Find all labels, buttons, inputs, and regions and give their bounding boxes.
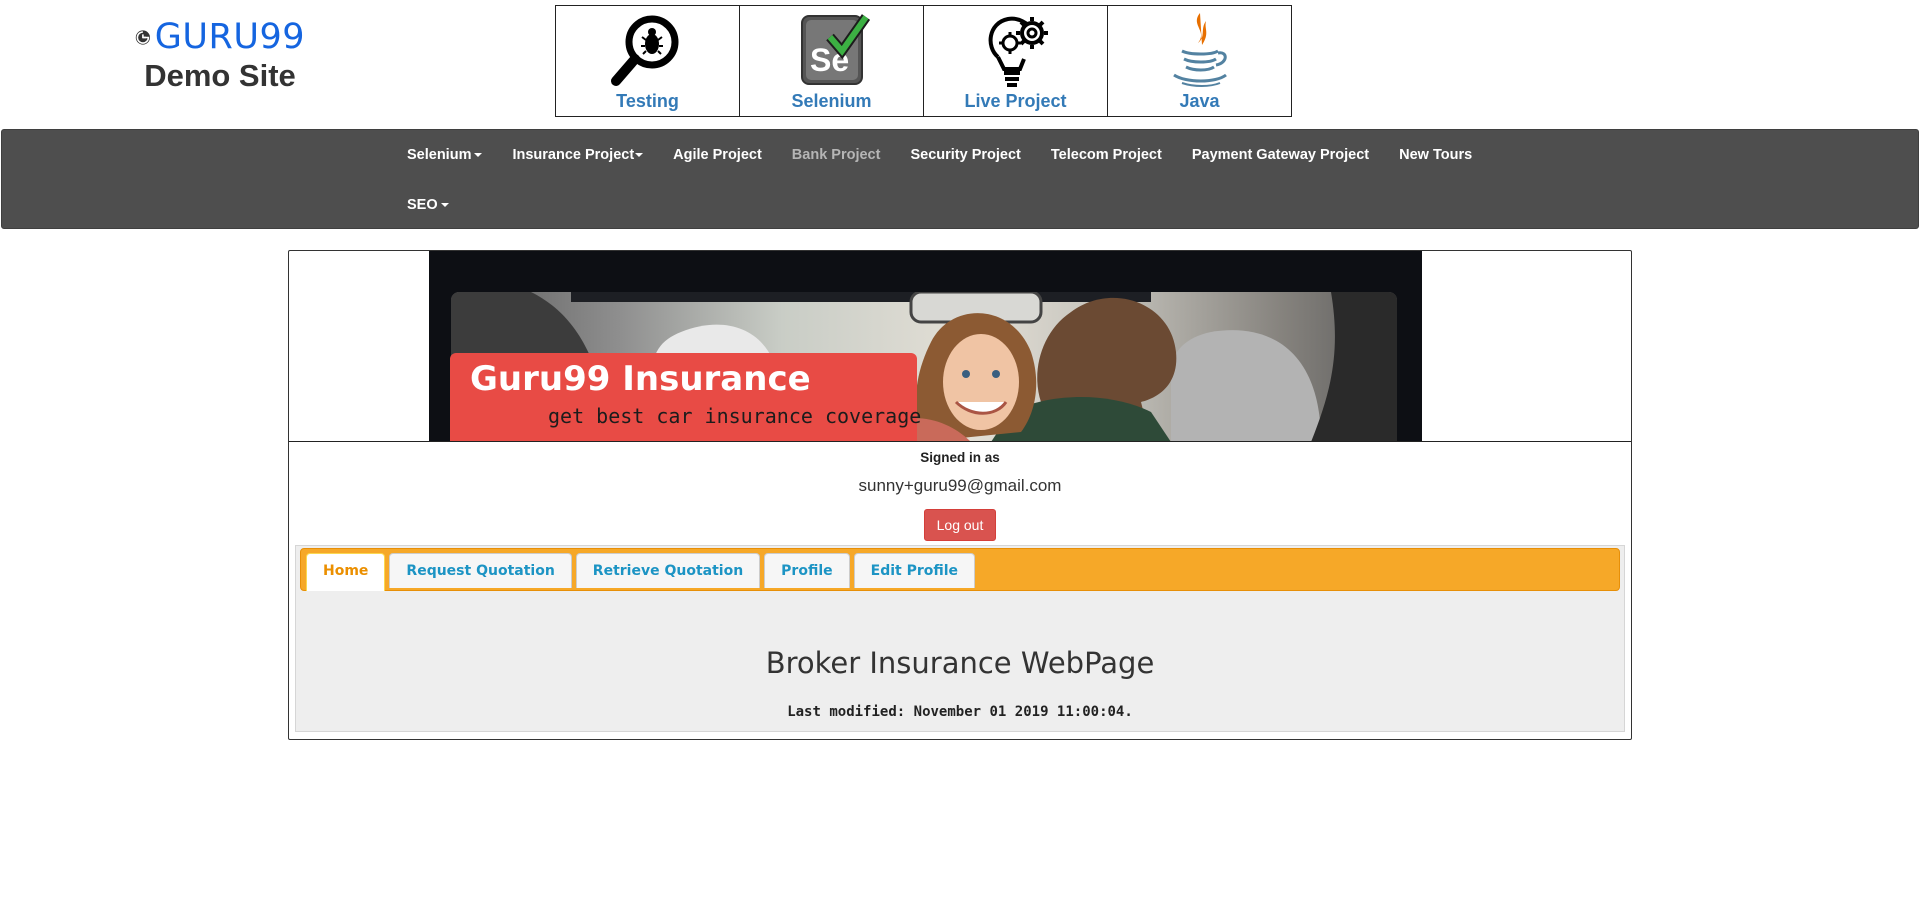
lightbulb-gears-icon (988, 16, 1048, 87)
banner-divider (289, 441, 1631, 442)
java-cup-icon (1172, 13, 1227, 87)
main-navbar: Selenium Insurance Project Agile Project… (1, 129, 1919, 229)
caret-down-icon (474, 153, 483, 158)
tab-profile[interactable]: Profile (764, 553, 850, 588)
banner-subtitle: get best car insurance coverage (548, 404, 922, 428)
selenium-se-icon: Se (800, 14, 870, 85)
course-links: Testing Se Selenium Live Project Java (555, 5, 1292, 117)
nav-telecom-project[interactable]: Telecom Project (1036, 145, 1177, 165)
java-link[interactable]: Java (1108, 6, 1291, 116)
nav-seo[interactable]: SEO (407, 195, 464, 215)
tab-home[interactable]: Home (306, 553, 386, 591)
banner-title: Guru99 Insurance (470, 359, 811, 399)
tab-retrieve-quotation[interactable]: Retrieve Quotation (575, 553, 761, 588)
last-modified-text: Last modified: November 01 2019 11:00:04… (787, 704, 1133, 720)
java-label: Java (1179, 91, 1220, 111)
insurance-panel: Guru99 Insurance get best car insurance … (288, 250, 1632, 740)
logout-button[interactable]: Log out (924, 509, 996, 541)
nav-agile-project[interactable]: Agile Project (658, 145, 777, 165)
selenium-label: Selenium (791, 91, 872, 111)
nav-insurance-project[interactable]: Insurance Project (497, 145, 658, 165)
guru99-logo-icon (135, 29, 150, 45)
brand-subtitle: Demo Site (144, 58, 296, 93)
nav-selenium-label: Selenium (407, 147, 472, 163)
selenium-link[interactable]: Se Selenium (740, 6, 924, 116)
nav-insurance-project-label: Insurance Project (512, 147, 635, 163)
tab-edit-profile[interactable]: Edit Profile (853, 553, 976, 588)
nav-bank-project[interactable]: Bank Project (777, 145, 896, 165)
brand-name: GURU99 (154, 17, 305, 57)
signed-in-email: sunny+guru99@gmail.com (858, 476, 1062, 495)
testing-link[interactable]: Testing (556, 6, 740, 116)
page-title: Broker Insurance WebPage (765, 646, 1155, 680)
nav-seo-label: SEO (407, 197, 438, 213)
testing-label: Testing (616, 91, 679, 111)
caret-down-icon (635, 153, 644, 158)
tab-request-quotation[interactable]: Request Quotation (389, 553, 572, 588)
live-project-label: Live Project (964, 91, 1067, 111)
signed-in-label: Signed in as (920, 450, 1000, 465)
insurance-banner: Guru99 Insurance get best car insurance … (429, 251, 1422, 441)
live-project-link[interactable]: Live Project (924, 6, 1108, 116)
tabs-container: Home Request Quotation Retrieve Quotatio… (295, 545, 1625, 732)
nav-security-project[interactable]: Security Project (895, 145, 1035, 165)
nav-selenium[interactable]: Selenium (407, 145, 497, 165)
site-logo[interactable]: GURU99 Demo Site (135, 18, 305, 95)
tab-bar: Home Request Quotation Retrieve Quotatio… (300, 548, 1620, 591)
magnifier-bug-icon (610, 15, 678, 86)
banner-tagline-box: Guru99 Insurance get best car insurance … (450, 353, 921, 441)
nav-payment-gateway-project[interactable]: Payment Gateway Project (1177, 145, 1384, 165)
caret-down-icon (440, 203, 449, 208)
nav-new-tours[interactable]: New Tours (1384, 145, 1487, 165)
